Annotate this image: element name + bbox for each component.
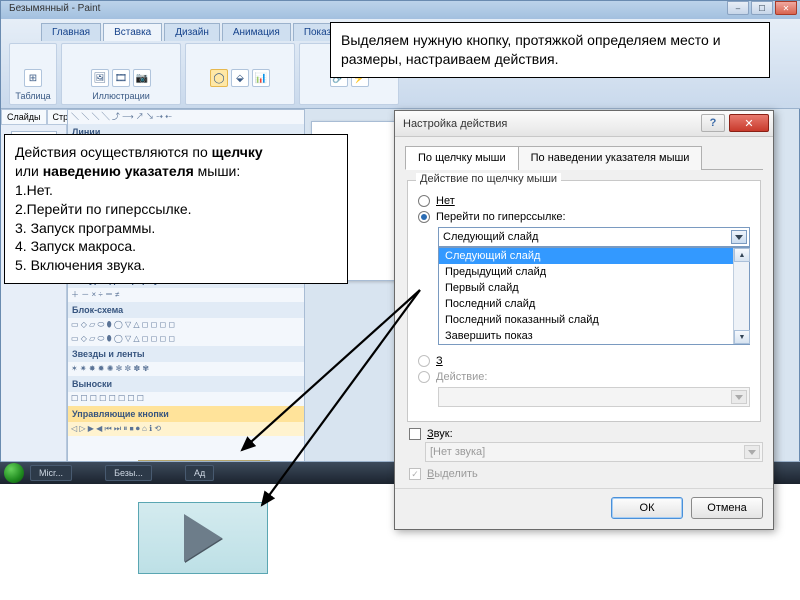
smartart-icon[interactable]: ⬙ bbox=[231, 69, 249, 87]
taskbar-button[interactable]: Ад bbox=[185, 465, 214, 481]
ribbon-group-table[interactable]: ⊞ Таблица bbox=[9, 43, 57, 105]
checkbox-highlight-label: Выделить bbox=[427, 468, 478, 480]
dropdown-option[interactable]: Последний слайд bbox=[439, 296, 749, 312]
paint-titlebar: Безымянный - Paint – ☐ ✕ bbox=[1, 1, 800, 19]
tab-on-hover[interactable]: По наведении указателя мыши bbox=[518, 146, 703, 170]
annotation-callout-top: Выделяем нужную кнопку, протяжкой опреде… bbox=[330, 22, 770, 78]
dropdown-option[interactable]: Первый слайд bbox=[439, 280, 749, 296]
dropdown-option[interactable]: Предыдущий слайд bbox=[439, 264, 749, 280]
dialog-title: Настройка действия bbox=[403, 118, 507, 130]
close-button[interactable]: ✕ bbox=[729, 114, 769, 132]
dropdown-option[interactable]: Завершить показ bbox=[439, 328, 749, 344]
action-combo bbox=[438, 387, 750, 407]
radio-run-program-label: З bbox=[436, 355, 443, 367]
maximize-button[interactable]: ☐ bbox=[751, 1, 773, 15]
radio-action-label: Действие: bbox=[436, 371, 487, 383]
start-button[interactable] bbox=[4, 463, 24, 483]
picture-icon[interactable]: 🖼 bbox=[91, 69, 109, 87]
ribbon-tab[interactable]: Вставка bbox=[103, 23, 162, 41]
close-button[interactable]: ✕ bbox=[775, 1, 797, 15]
window-controls-outer: – ☐ ✕ bbox=[727, 1, 797, 15]
radio-hyperlink-label: Перейти по гиперссылке: bbox=[436, 211, 566, 223]
scroll-up-icon[interactable]: ▲ bbox=[734, 248, 750, 262]
cancel-button[interactable]: Отмена bbox=[691, 497, 763, 519]
dialog-tabs: По щелчку мыши По наведении указателя мы… bbox=[405, 145, 763, 170]
dropdown-option[interactable]: Последний показанный слайд bbox=[439, 312, 749, 328]
gallery-heading-action-buttons: Управляющие кнопки bbox=[68, 406, 304, 422]
dialog-buttons: ОК Отмена bbox=[395, 488, 773, 529]
gallery-heading: Звезды и ленты bbox=[68, 346, 304, 362]
chevron-down-icon bbox=[744, 445, 760, 459]
gallery-heading: Блок-схема bbox=[68, 302, 304, 318]
ribbon-tab[interactable]: Анимация bbox=[222, 23, 291, 41]
shapes-icon[interactable]: ◯ bbox=[210, 69, 228, 87]
minimize-button[interactable]: – bbox=[727, 1, 749, 15]
radio-none[interactable] bbox=[418, 195, 430, 207]
checkbox-sound[interactable] bbox=[409, 428, 421, 440]
play-icon bbox=[184, 514, 222, 562]
action-button-demo bbox=[138, 502, 268, 574]
radio-action bbox=[418, 371, 430, 383]
scroll-down-icon[interactable]: ▼ bbox=[734, 330, 750, 344]
gallery-heading: Выноски bbox=[68, 376, 304, 392]
checkbox-sound-label: Звук: bbox=[427, 428, 453, 440]
action-buttons-row[interactable]: ◁ ▷ ▶ ◀ ⏮ ⏭ ⏸ ⏹ ⏺ ⌂ ℹ ⟲ bbox=[68, 422, 304, 436]
chevron-down-icon[interactable] bbox=[731, 230, 747, 244]
ribbon-tab[interactable]: Дизайн bbox=[164, 23, 220, 41]
fieldset-legend: Действие по щелчку мыши bbox=[416, 173, 561, 185]
help-button[interactable]: ? bbox=[701, 114, 725, 132]
taskbar-button[interactable]: Безы... bbox=[105, 465, 152, 481]
radio-hyperlink[interactable] bbox=[418, 211, 430, 223]
dialog-titlebar[interactable]: Настройка действия ? ✕ bbox=[395, 111, 773, 137]
album-icon[interactable]: 📷 bbox=[133, 69, 151, 87]
table-icon: ⊞ bbox=[24, 69, 42, 87]
slides-tab[interactable]: Слайды bbox=[1, 109, 47, 125]
taskbar-button[interactable]: Micr... bbox=[30, 465, 72, 481]
scrollbar[interactable]: ▲ ▼ bbox=[733, 248, 749, 344]
combo-value: Следующий слайд bbox=[443, 231, 538, 243]
chart-icon[interactable]: 📊 bbox=[252, 69, 270, 87]
radio-run-program[interactable] bbox=[418, 355, 430, 367]
annotation-callout-left: Действия осуществляются по щелчку или на… bbox=[4, 134, 348, 284]
chevron-down-icon bbox=[731, 390, 747, 404]
tab-on-click[interactable]: По щелчку мыши bbox=[405, 146, 519, 170]
sound-combo: [Нет звука] bbox=[425, 442, 763, 462]
radio-none-label: Нет bbox=[436, 195, 455, 207]
click-action-fieldset: Действие по щелчку мыши Нет Перейти по г… bbox=[407, 180, 761, 422]
hyperlink-combo[interactable]: Следующий слайд Следующий слайд Предыдущ… bbox=[438, 227, 750, 247]
clip-icon[interactable]: 🎞 bbox=[112, 69, 130, 87]
ribbon-group-illustrations: 🖼 🎞 📷 Иллюстрации bbox=[61, 43, 181, 105]
ok-button[interactable]: ОК bbox=[611, 497, 683, 519]
checkbox-highlight: ✓ bbox=[409, 468, 421, 480]
dropdown-option[interactable]: Следующий слайд bbox=[439, 248, 749, 264]
action-settings-dialog: Настройка действия ? ✕ По щелчку мыши По… bbox=[394, 110, 774, 530]
ribbon-tab[interactable]: Главная bbox=[41, 23, 101, 41]
paint-title: Безымянный - Paint bbox=[9, 3, 100, 14]
hyperlink-dropdown-list: Следующий слайд Предыдущий слайд Первый … bbox=[438, 247, 750, 345]
ribbon-group-shapes: ◯ ⬙ 📊 bbox=[185, 43, 295, 105]
